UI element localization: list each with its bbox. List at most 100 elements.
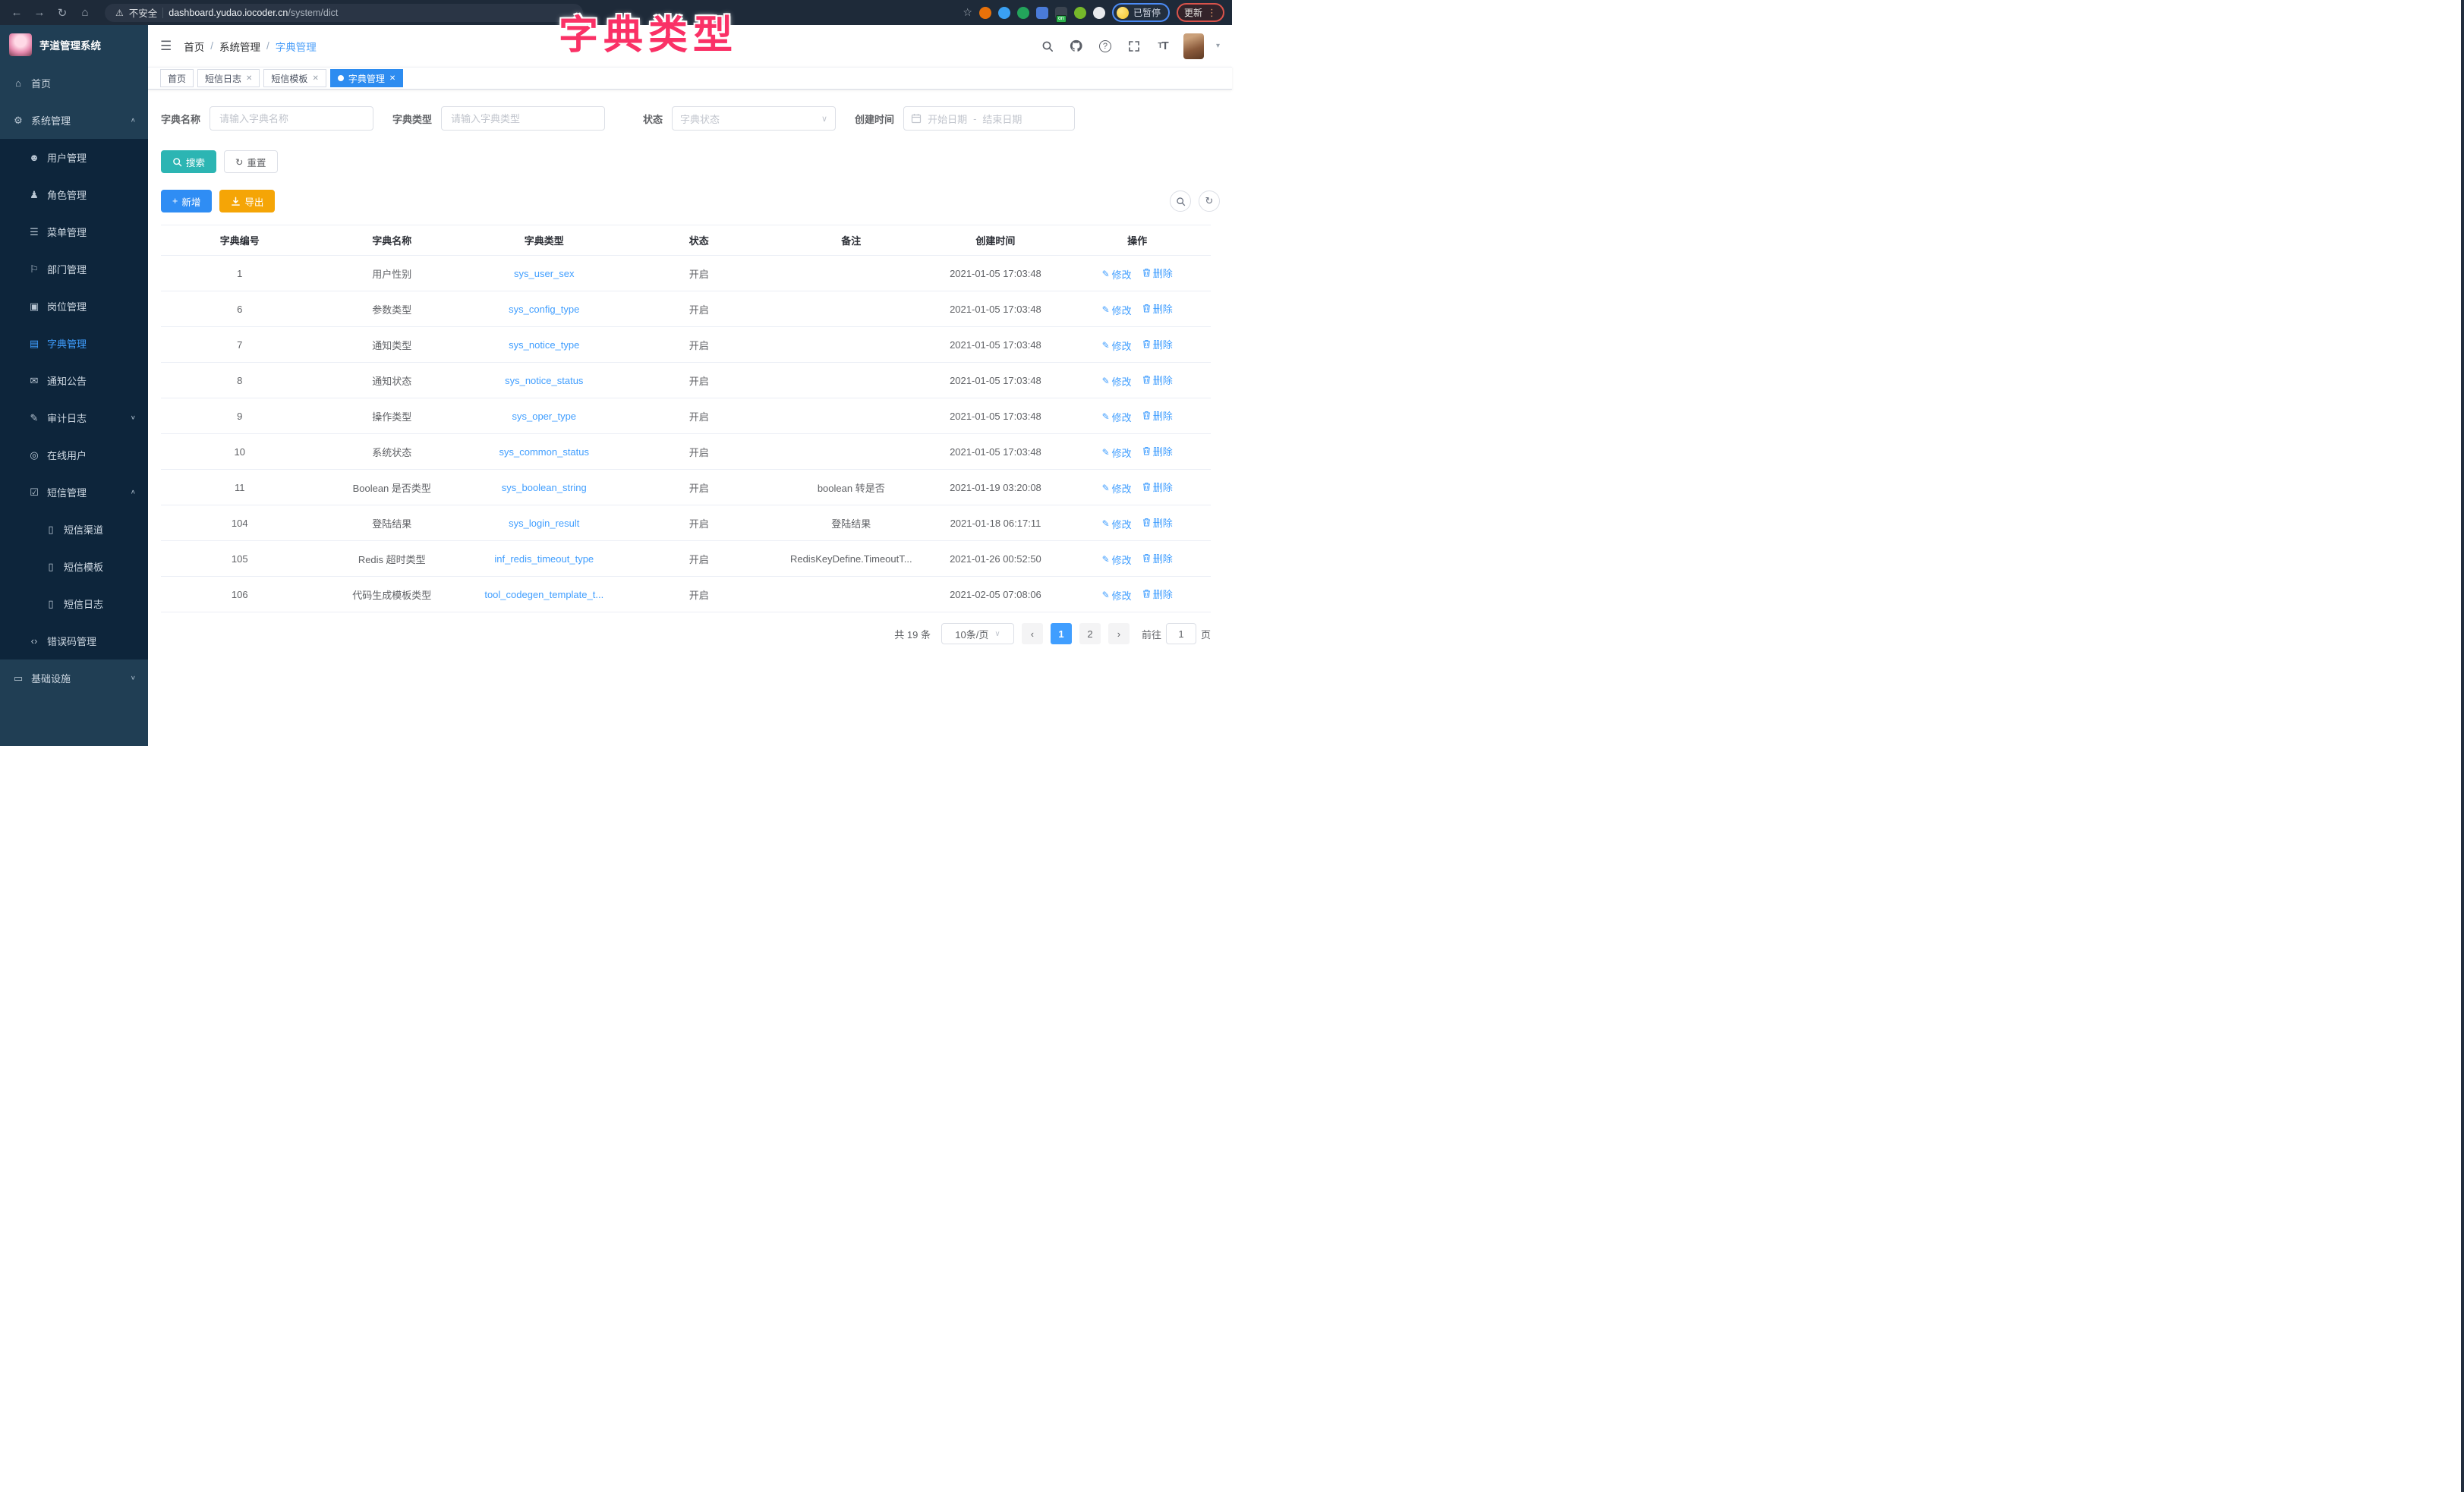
edit-link[interactable]: ✎修改 xyxy=(1102,338,1132,353)
dict-type-link[interactable]: inf_redis_timeout_type xyxy=(494,553,594,565)
dict-type-link[interactable]: sys_common_status xyxy=(499,446,590,458)
delete-link[interactable]: 删除 xyxy=(1142,515,1173,530)
delete-link[interactable]: 删除 xyxy=(1142,551,1173,565)
sidebar-item-短信日志[interactable]: ▯短信日志 xyxy=(0,585,148,622)
page-button-2[interactable]: 2 xyxy=(1079,623,1101,644)
page-size-select[interactable]: 10条/页 ∨ xyxy=(941,623,1014,644)
sidebar-item-首页[interactable]: ⌂首页 xyxy=(0,65,148,102)
dict-type-link[interactable]: sys_user_sex xyxy=(514,268,574,279)
extension-on-badge[interactable]: on xyxy=(1055,7,1067,19)
extension-ghost[interactable] xyxy=(1093,7,1105,19)
browser-update-button[interactable]: 更新 ⋮ xyxy=(1177,3,1224,22)
sidebar-item-错误码管理[interactable]: ‹›错误码管理 xyxy=(0,622,148,659)
sidebar-item-审计日志[interactable]: ✎审计日志∨ xyxy=(0,399,148,436)
user-avatar[interactable] xyxy=(1183,33,1204,59)
delete-link[interactable]: 删除 xyxy=(1142,587,1173,601)
edit-link[interactable]: ✎修改 xyxy=(1102,588,1132,603)
table-search-button[interactable] xyxy=(1170,190,1191,212)
edit-link[interactable]: ✎修改 xyxy=(1102,303,1132,317)
address-bar[interactable]: ⚠ 不安全 dashboard.yudao.iocoder.cn/system/… xyxy=(105,4,583,22)
help-icon[interactable]: ? xyxy=(1097,38,1114,55)
sidebar-item-通知公告[interactable]: ✉通知公告 xyxy=(0,362,148,399)
extension-paused-badge[interactable]: 已暂停 xyxy=(1112,3,1170,22)
dict-type-input[interactable] xyxy=(441,106,605,131)
bookmark-star-icon[interactable]: ☆ xyxy=(963,6,972,19)
calendar-icon xyxy=(911,113,922,124)
page-button-1[interactable]: 1 xyxy=(1051,623,1072,644)
dict-type-link[interactable]: tool_codegen_template_t... xyxy=(484,589,603,600)
delete-link[interactable]: 删除 xyxy=(1142,444,1173,458)
kebab-menu-icon[interactable]: ⋮ xyxy=(1207,7,1217,19)
avatar-caret-icon[interactable]: ▾ xyxy=(1216,42,1220,50)
sidebar-item-用户管理[interactable]: ☻用户管理 xyxy=(0,139,148,176)
date-range-picker[interactable]: 开始日期 - 结束日期 xyxy=(903,106,1075,131)
dict-name-input[interactable] xyxy=(210,106,373,131)
dict-type-link[interactable]: sys_notice_status xyxy=(505,375,583,386)
dict-type-link[interactable]: sys_boolean_string xyxy=(502,482,587,493)
close-icon[interactable]: ✕ xyxy=(389,74,395,83)
tab-短信模板[interactable]: 短信模板✕ xyxy=(263,69,326,87)
dict-type-link[interactable]: sys_login_result xyxy=(509,518,579,529)
sidebar-item-角色管理[interactable]: ♟角色管理 xyxy=(0,176,148,213)
search-button[interactable]: 搜索 xyxy=(161,150,216,173)
github-icon[interactable] xyxy=(1068,38,1085,55)
breadcrumb-item[interactable]: 首页 xyxy=(184,39,204,54)
goto-page-input[interactable] xyxy=(1166,623,1196,644)
export-button[interactable]: 导出 xyxy=(219,190,275,212)
close-icon[interactable]: ✕ xyxy=(312,74,318,83)
sidebar-item-岗位管理[interactable]: ▣岗位管理 xyxy=(0,288,148,325)
fullscreen-icon[interactable] xyxy=(1126,38,1142,55)
edit-link[interactable]: ✎修改 xyxy=(1102,267,1132,282)
sidebar-toggle-icon[interactable]: ☰ xyxy=(160,39,172,54)
dict-type-link[interactable]: sys_config_type xyxy=(509,304,579,315)
close-icon[interactable]: ✕ xyxy=(246,74,252,83)
delete-link[interactable]: 删除 xyxy=(1142,301,1173,316)
prev-page-button[interactable]: ‹ xyxy=(1022,623,1043,644)
tab-短信日志[interactable]: 短信日志✕ xyxy=(197,69,260,87)
tab-字典管理[interactable]: 字典管理✕ xyxy=(330,69,403,87)
delete-link[interactable]: 删除 xyxy=(1142,337,1173,351)
edit-link[interactable]: ✎修改 xyxy=(1102,517,1132,531)
sidebar-item-基础设施[interactable]: ▭基础设施∨ xyxy=(0,659,148,697)
edit-link[interactable]: ✎修改 xyxy=(1102,374,1132,389)
extension-blue-gem[interactable] xyxy=(998,7,1010,19)
browser-back-icon[interactable]: ← xyxy=(8,4,26,22)
cell-status: 开启 xyxy=(622,398,775,434)
app-logo-row[interactable]: 芋道管理系统 xyxy=(0,25,148,65)
extension-blue-squares[interactable] xyxy=(1036,7,1048,19)
dict-type-link[interactable]: sys_notice_type xyxy=(509,339,579,351)
sidebar-item-字典管理[interactable]: ▤字典管理 xyxy=(0,325,148,362)
edit-link[interactable]: ✎修改 xyxy=(1102,552,1132,567)
font-size-icon[interactable]: TT xyxy=(1155,38,1171,55)
reset-button[interactable]: ↻ 重置 xyxy=(224,150,278,173)
browser-home-icon[interactable]: ⌂ xyxy=(76,4,94,22)
search-icon[interactable] xyxy=(1039,38,1056,55)
breadcrumb-item[interactable]: 系统管理 xyxy=(219,39,260,54)
tab-首页[interactable]: 首页 xyxy=(160,69,194,87)
browser-forward-icon[interactable]: → xyxy=(30,4,49,22)
next-page-button[interactable]: › xyxy=(1108,623,1130,644)
add-button[interactable]: + 新增 xyxy=(161,190,212,212)
delete-link[interactable]: 删除 xyxy=(1142,266,1173,280)
extension-leaf[interactable] xyxy=(1074,7,1086,19)
sidebar-item-菜单管理[interactable]: ☰菜单管理 xyxy=(0,213,148,250)
edit-link[interactable]: ✎修改 xyxy=(1102,481,1132,496)
sidebar-item-短信模板[interactable]: ▯短信模板 xyxy=(0,548,148,585)
delete-link[interactable]: 删除 xyxy=(1142,480,1173,494)
sidebar-item-部门管理[interactable]: ⚐部门管理 xyxy=(0,250,148,288)
delete-link[interactable]: 删除 xyxy=(1142,373,1173,387)
browser-reload-icon[interactable]: ↻ xyxy=(53,4,71,22)
sidebar-item-短信管理[interactable]: ☑短信管理∧ xyxy=(0,474,148,511)
sidebar-item-短信渠道[interactable]: ▯短信渠道 xyxy=(0,511,148,548)
dict-type-link[interactable]: sys_oper_type xyxy=(512,411,576,422)
extension-orange-circle[interactable] xyxy=(979,7,991,19)
status-select[interactable]: 字典状态 ∨ xyxy=(672,106,836,131)
edit-link[interactable]: ✎修改 xyxy=(1102,445,1132,460)
sidebar-item-在线用户[interactable]: ◎在线用户 xyxy=(0,436,148,474)
delete-link[interactable]: 删除 xyxy=(1142,408,1173,423)
table-refresh-button[interactable]: ↻ xyxy=(1199,190,1220,212)
sidebar-item-系统管理[interactable]: ⚙系统管理∧ xyxy=(0,102,148,139)
edit-link[interactable]: ✎修改 xyxy=(1102,410,1132,424)
extension-green-circle[interactable] xyxy=(1017,7,1029,19)
cell-status: 开启 xyxy=(622,363,775,398)
